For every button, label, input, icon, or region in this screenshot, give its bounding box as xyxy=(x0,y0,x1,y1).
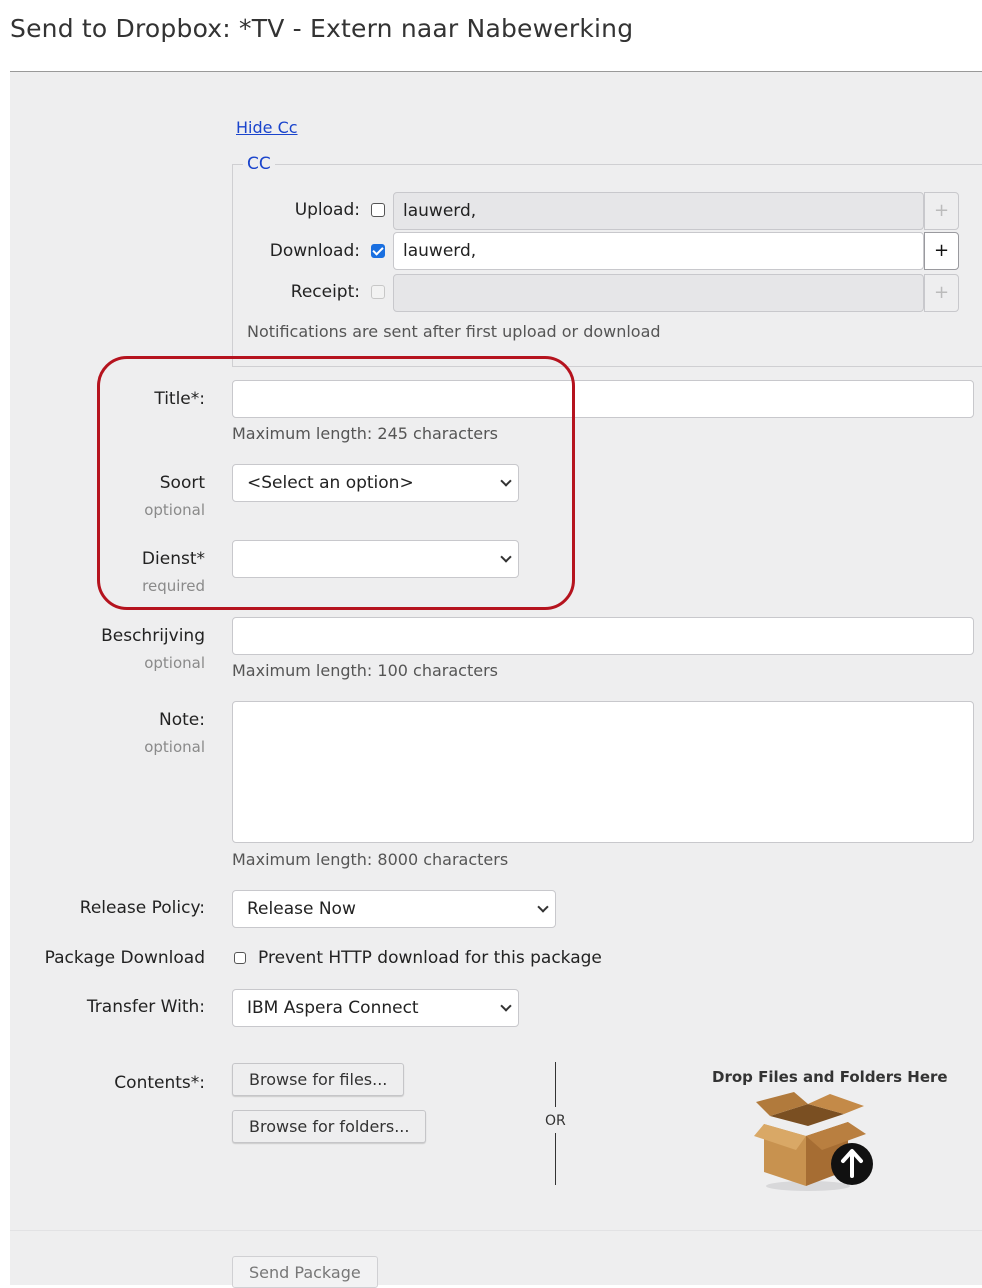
cardboard-box-upload-icon xyxy=(754,1092,873,1191)
soort-label: Soort xyxy=(159,473,205,493)
hide-cc-link[interactable]: Hide Cc xyxy=(236,118,298,137)
beschrijving-optional-text: optional xyxy=(144,654,205,672)
cc-upload-label: Upload: xyxy=(294,200,360,220)
note-label: Note: xyxy=(159,710,205,730)
cc-download-input[interactable]: lauwerd, xyxy=(393,232,924,270)
cc-download-label: Download: xyxy=(269,241,360,261)
cc-upload-add-button[interactable]: + xyxy=(924,192,959,230)
transfer-with-select[interactable]: IBM Aspera Connect xyxy=(232,989,519,1027)
form-footer xyxy=(10,1230,982,1285)
soort-optional-text: optional xyxy=(144,501,205,519)
title-input[interactable] xyxy=(232,380,974,418)
chevron-down-icon xyxy=(500,551,512,563)
soort-select[interactable]: <Select an option> xyxy=(232,464,519,502)
or-divider-top xyxy=(555,1062,556,1107)
drop-zone[interactable] xyxy=(748,1088,888,1193)
browse-files-button[interactable]: Browse for files... xyxy=(232,1063,405,1096)
prevent-http-checkbox-label[interactable]: Prevent HTTP download for this package xyxy=(258,948,602,968)
cc-receipt-label: Receipt: xyxy=(290,282,360,302)
dienst-select[interactable] xyxy=(232,540,519,578)
chevron-down-icon xyxy=(500,475,512,487)
chevron-down-icon xyxy=(537,901,549,913)
cc-download-checkbox[interactable] xyxy=(371,244,385,258)
chevron-down-icon xyxy=(500,1000,512,1012)
release-policy-value: Release Now xyxy=(247,899,356,919)
cc-upload-checkbox[interactable] xyxy=(371,203,385,217)
browse-folders-button[interactable]: Browse for folders... xyxy=(232,1110,427,1143)
transfer-with-value: IBM Aspera Connect xyxy=(247,998,419,1018)
beschrijving-input[interactable] xyxy=(232,617,974,655)
beschrijving-hint: Maximum length: 100 characters xyxy=(232,661,498,680)
title-hint: Maximum length: 245 characters xyxy=(232,424,498,443)
cc-upload-input[interactable]: lauwerd, xyxy=(393,192,924,230)
prevent-http-checkbox[interactable] xyxy=(234,952,246,964)
release-policy-select[interactable]: Release Now xyxy=(232,890,556,928)
cc-download-add-button[interactable]: + xyxy=(924,232,959,270)
package-download-label: Package Download xyxy=(44,948,205,968)
release-policy-label: Release Policy: xyxy=(79,898,205,918)
cc-receipt-input[interactable] xyxy=(393,274,924,312)
dienst-label: Dienst* xyxy=(141,549,205,569)
beschrijving-label: Beschrijving xyxy=(101,626,205,646)
transfer-with-label: Transfer With: xyxy=(86,997,205,1017)
send-package-button[interactable]: Send Package xyxy=(232,1256,378,1288)
note-hint: Maximum length: 8000 characters xyxy=(232,850,509,869)
soort-select-value: <Select an option> xyxy=(247,473,414,493)
cc-receipt-checkbox[interactable] xyxy=(371,285,385,299)
note-optional-text: optional xyxy=(144,738,205,756)
drop-zone-title: Drop Files and Folders Here xyxy=(712,1068,948,1086)
contents-label: Contents*: xyxy=(114,1073,205,1093)
page-title: Send to Dropbox: *TV - Extern naar Nabew… xyxy=(10,14,634,43)
cc-receipt-add-button[interactable]: + xyxy=(924,274,959,312)
cc-legend: CC xyxy=(243,154,275,174)
note-textarea[interactable] xyxy=(232,701,974,843)
or-text: OR xyxy=(545,1113,566,1129)
title-label: Title*: xyxy=(154,389,205,409)
dienst-required-text: required xyxy=(142,577,205,595)
cc-notification-note: Notifications are sent after first uploa… xyxy=(247,322,661,341)
or-divider-bottom xyxy=(555,1133,556,1185)
